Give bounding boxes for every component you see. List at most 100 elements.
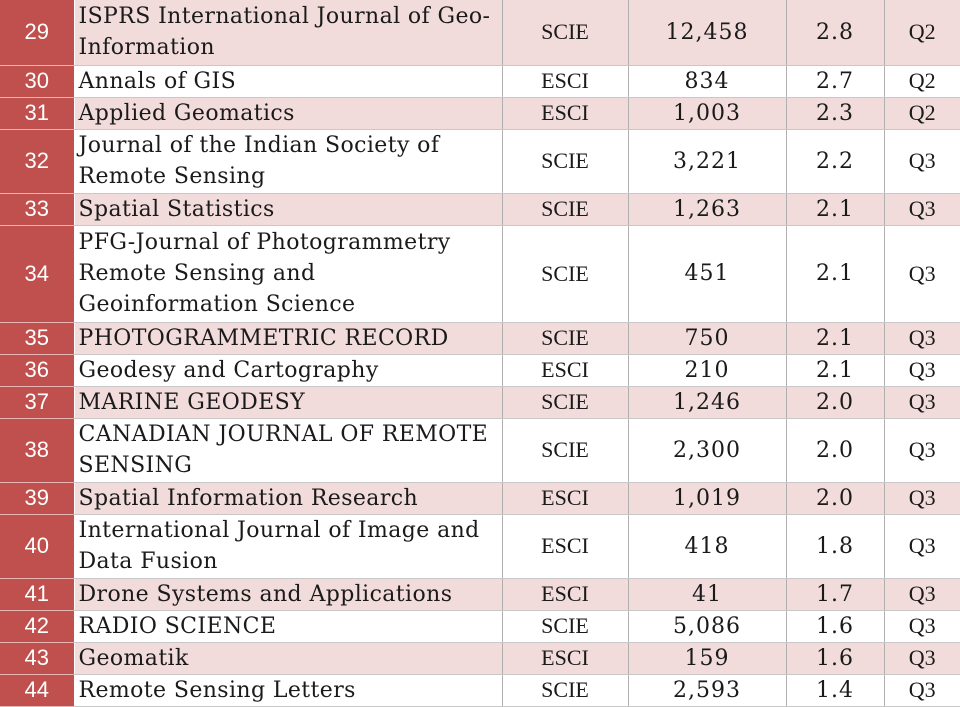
quartile-cell: Q3 — [884, 322, 960, 355]
journal-name-cell: Spatial Statistics — [74, 193, 503, 226]
index-database-cell: ESCI — [502, 514, 629, 579]
citations-cell: 210 — [628, 354, 787, 387]
impact-factor-cell: 2.1 — [786, 225, 885, 323]
index-database-cell: ESCI — [502, 97, 629, 130]
quartile-cell: Q3 — [884, 610, 960, 643]
table-row: 33 Spatial Statistics SCIE 1,263 2.1 Q3 — [0, 193, 960, 226]
table-row: 42 RADIO SCIENCE SCIE 5,086 1.6 Q3 — [0, 610, 960, 643]
impact-factor-cell: 2.0 — [786, 482, 885, 515]
journal-name-cell: CANADIAN JOURNAL OF REMOTE SENSING — [74, 418, 503, 483]
rank-cell: 32 — [0, 129, 75, 194]
table-row: 31 Applied Geomatics ESCI 1,003 2.3 Q2 — [0, 97, 960, 130]
citations-cell: 1,263 — [628, 193, 787, 226]
index-database-cell: SCIE — [502, 129, 629, 194]
journal-name-cell: PHOTOGRAMMETRIC RECORD — [74, 322, 503, 355]
table-row: 29 ISPRS International Journal of Geo-Inf… — [0, 0, 960, 66]
table-row: 38 CANADIAN JOURNAL OF REMOTE SENSING SCIE… — [0, 418, 960, 483]
index-database-cell: SCIE — [502, 418, 629, 483]
impact-factor-cell: 2.1 — [786, 193, 885, 226]
impact-factor-cell: 2.7 — [786, 65, 885, 98]
impact-factor-cell: 1.7 — [786, 578, 885, 611]
index-database-cell: SCIE — [502, 0, 629, 66]
index-database-cell: ESCI — [502, 354, 629, 387]
journal-name-cell: International Journal of Image and Data … — [74, 514, 503, 579]
citations-cell: 750 — [628, 322, 787, 355]
citations-cell: 1,019 — [628, 482, 787, 515]
quartile-cell: Q3 — [884, 129, 960, 194]
index-database-cell: SCIE — [502, 193, 629, 226]
citations-cell: 159 — [628, 642, 787, 675]
rank-cell: 43 — [0, 642, 75, 675]
journal-name-cell: RADIO SCIENCE — [74, 610, 503, 643]
rank-cell: 34 — [0, 225, 75, 323]
quartile-cell: Q3 — [884, 482, 960, 515]
table-row: 30 Annals of GIS ESCI 834 2.7 Q2 — [0, 65, 960, 98]
citations-cell: 451 — [628, 225, 787, 323]
table-row: 36 Geodesy and Cartography ESCI 210 2.1 Q3 — [0, 354, 960, 387]
table-row: 35 PHOTOGRAMMETRIC RECORD SCIE 750 2.1 Q3 — [0, 322, 960, 355]
table-row: 39 Spatial Information Research ESCI 1,019 2… — [0, 482, 960, 515]
journal-name-cell: Geodesy and Cartography — [74, 354, 503, 387]
journal-name-cell: Spatial Information Research — [74, 482, 503, 515]
impact-factor-cell: 2.1 — [786, 354, 885, 387]
quartile-cell: Q3 — [884, 418, 960, 483]
impact-factor-cell: 2.8 — [786, 0, 885, 66]
index-database-cell: SCIE — [502, 225, 629, 323]
table-row: 34 PFG-Journal of Photogrammetry Remote S… — [0, 225, 960, 323]
quartile-cell: Q3 — [884, 225, 960, 323]
impact-factor-cell: 1.8 — [786, 514, 885, 579]
quartile-cell: Q3 — [884, 514, 960, 579]
journal-name-cell: PFG-Journal of Photogrammetry Remote Sen… — [74, 225, 503, 323]
table-row: 40 International Journal of Image and Dat… — [0, 514, 960, 579]
journal-name-cell: Journal of the Indian Society of Remote … — [74, 129, 503, 194]
impact-factor-cell: 1.6 — [786, 642, 885, 675]
journal-name-cell: ISPRS International Journal of Geo-Infor… — [74, 0, 503, 66]
rank-cell: 37 — [0, 386, 75, 419]
rank-cell: 36 — [0, 354, 75, 387]
rank-cell: 44 — [0, 674, 75, 707]
journal-name-cell: Annals of GIS — [74, 65, 503, 98]
index-database-cell: ESCI — [502, 65, 629, 98]
journal-name-cell: Drone Systems and Applications — [74, 578, 503, 611]
quartile-cell: Q2 — [884, 0, 960, 66]
quartile-cell: Q2 — [884, 65, 960, 98]
citations-cell: 2,300 — [628, 418, 787, 483]
quartile-cell: Q3 — [884, 578, 960, 611]
rank-cell: 40 — [0, 514, 75, 579]
citations-cell: 41 — [628, 578, 787, 611]
quartile-cell: Q3 — [884, 386, 960, 419]
rank-cell: 39 — [0, 482, 75, 515]
citations-cell: 834 — [628, 65, 787, 98]
impact-factor-cell: 2.0 — [786, 418, 885, 483]
index-database-cell: SCIE — [502, 674, 629, 707]
impact-factor-cell: 1.4 — [786, 674, 885, 707]
citations-cell: 2,593 — [628, 674, 787, 707]
quartile-cell: Q3 — [884, 193, 960, 226]
index-database-cell: SCIE — [502, 386, 629, 419]
citations-cell: 12,458 — [628, 0, 787, 66]
impact-factor-cell: 2.3 — [786, 97, 885, 130]
index-database-cell: ESCI — [502, 578, 629, 611]
rank-cell: 29 — [0, 0, 75, 66]
quartile-cell: Q3 — [884, 354, 960, 387]
index-database-cell: SCIE — [502, 322, 629, 355]
journal-name-cell: MARINE GEODESY — [74, 386, 503, 419]
rank-cell: 31 — [0, 97, 75, 130]
table-row: 41 Drone Systems and Applications ESCI 41 1.… — [0, 578, 960, 611]
journal-name-cell: Geomatik — [74, 642, 503, 675]
quartile-cell: Q3 — [884, 674, 960, 707]
journal-name-cell: Remote Sensing Letters — [74, 674, 503, 707]
table-row: 43 Geomatik ESCI 159 1.6 Q3 — [0, 642, 960, 675]
quartile-cell: Q3 — [884, 642, 960, 675]
impact-factor-cell: 1.6 — [786, 610, 885, 643]
impact-factor-cell: 2.1 — [786, 322, 885, 355]
impact-factor-cell: 2.2 — [786, 129, 885, 194]
rank-cell: 30 — [0, 65, 75, 98]
rank-cell: 33 — [0, 193, 75, 226]
citations-cell: 418 — [628, 514, 787, 579]
rank-cell: 41 — [0, 578, 75, 611]
table-row: 44 Remote Sensing Letters SCIE 2,593 1.4 Q3 — [0, 674, 960, 707]
citations-cell: 3,221 — [628, 129, 787, 194]
table-row: 37 MARINE GEODESY SCIE 1,246 2.0 Q3 — [0, 386, 960, 419]
rank-cell: 35 — [0, 322, 75, 355]
